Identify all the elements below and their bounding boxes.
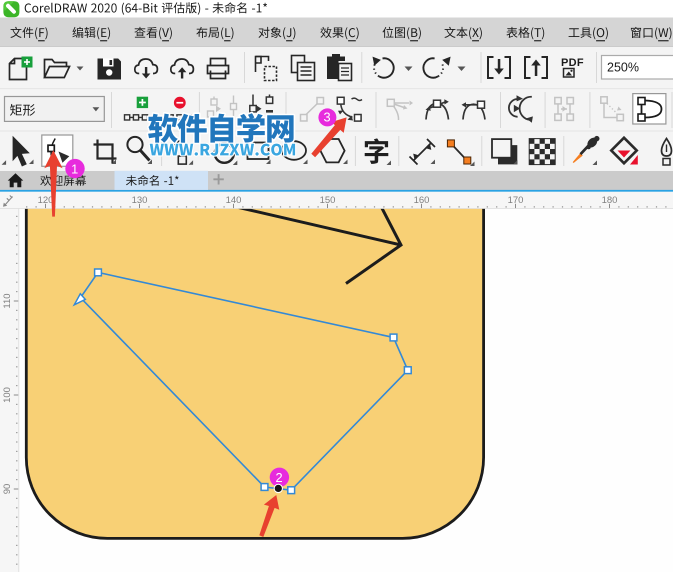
svg-text:150: 150 <box>320 195 336 206</box>
svg-text:160: 160 <box>414 195 430 206</box>
svg-text:120: 120 <box>38 195 54 206</box>
svg-text:110: 110 <box>2 293 13 308</box>
svg-text:250%: 250% <box>607 61 639 75</box>
svg-text:PDF: PDF <box>561 57 584 69</box>
svg-text:170: 170 <box>508 195 524 206</box>
svg-text:1: 1 <box>71 161 78 176</box>
svg-text:140: 140 <box>226 195 242 206</box>
svg-text:180: 180 <box>602 195 618 206</box>
svg-text:3: 3 <box>324 110 331 125</box>
svg-text:90: 90 <box>2 484 13 495</box>
svg-text:100: 100 <box>2 387 13 403</box>
svg-text:2: 2 <box>276 470 283 485</box>
svg-text:130: 130 <box>132 195 148 206</box>
